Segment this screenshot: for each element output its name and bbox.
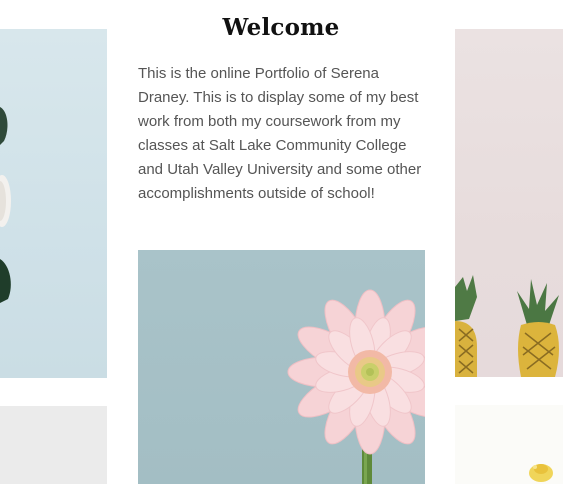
portfolio-page: Welcome This is the online Portfolio of …: [0, 0, 563, 484]
white-rose-photo[interactable]: [0, 29, 107, 378]
yellow-flower-illustration: [529, 464, 553, 482]
yellow-flower-photo[interactable]: [455, 405, 563, 484]
white-rose-illustration: [0, 107, 11, 303]
pineapples-photo[interactable]: [455, 29, 563, 377]
intro-paragraph: This is the online Portfolio of Serena D…: [138, 65, 422, 202]
grey-photo[interactable]: [0, 406, 107, 484]
welcome-card: Welcome This is the online Portfolio of …: [107, 0, 455, 484]
pineapples-illustration: [455, 275, 559, 377]
gerbera-daisy-illustration: [287, 289, 425, 484]
welcome-title: Welcome: [222, 14, 340, 41]
pink-gerbera-daisy-photo[interactable]: [138, 250, 425, 484]
